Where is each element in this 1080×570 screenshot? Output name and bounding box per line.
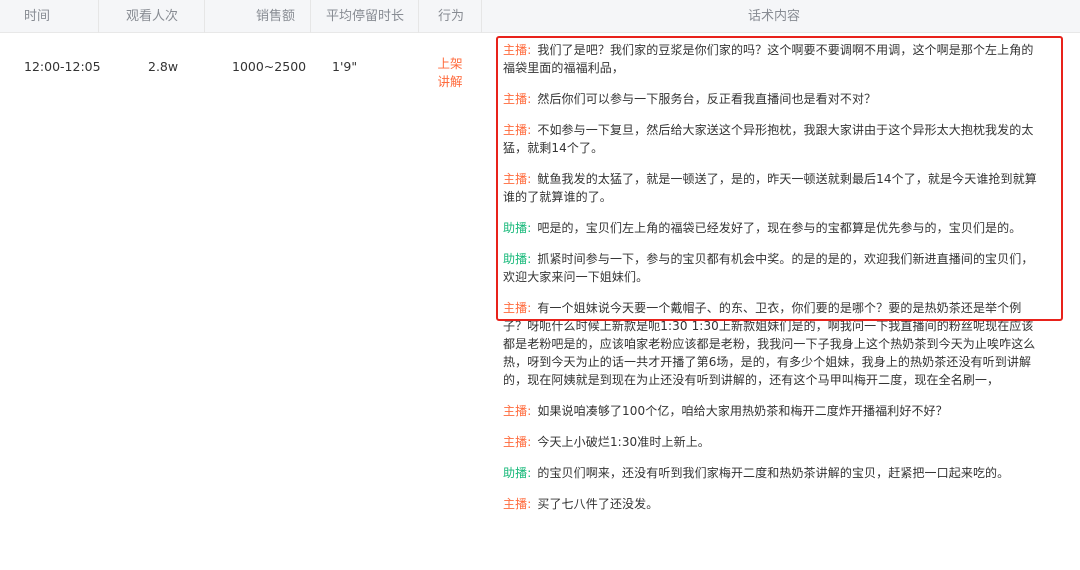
speaker-host-label: 主播:: [503, 435, 532, 449]
action-label-explain: 讲解: [437, 74, 463, 89]
script-line-text: 的宝贝们啊来，还没有听到我们家梅开二度和热奶茶讲解的宝贝，赶紧把一口起来吃的。: [537, 466, 1010, 480]
column-header-avg-stay[interactable]: 平均停留时长: [326, 0, 404, 33]
script-line: 主播: 然后你们可以参与一下服务台，反正看我直播间也是看对不对？: [503, 90, 1043, 108]
column-divider: [481, 0, 482, 33]
script-line-text: 我们了是吧？我们家的豆浆是你们家的吗？这个啊要不要调啊不用调，这个啊是那个左上角…: [503, 43, 1034, 75]
table-header: 时间 观看人次 销售额 平均停留时长 行为 话术内容: [0, 0, 1080, 33]
script-line: 助播: 吧是的，宝贝们左上角的福袋已经发好了，现在参与的宝都算是优先参与的，宝贝们…: [503, 219, 1043, 237]
speaker-assistant-label: 助播:: [503, 221, 532, 235]
script-line: 主播: 今天上小破烂1:30准时上新上。: [503, 433, 1043, 451]
cell-time: 12:00-12:05: [24, 59, 101, 74]
column-header-sales[interactable]: 销售额: [256, 0, 295, 33]
speaker-host-label: 主播:: [503, 301, 532, 315]
script-line: 助播: 的宝贝们啊来，还没有听到我们家梅开二度和热奶茶讲解的宝贝，赶紧把一口起来吃…: [503, 464, 1043, 482]
script-line-text: 抓紧时间参与一下，参与的宝贝都有机会中奖。的是的是的，欢迎我们新进直播间的宝贝们…: [503, 252, 1034, 284]
script-line-text: 有一个姐妹说今天要一个戴帽子、的东、卫衣，你们要的是哪个？要的是热奶茶还是举个例…: [503, 301, 1036, 387]
script-analysis-table: 时间 观看人次 销售额 平均停留时长 行为 话术内容 12:00-12:05 2…: [0, 0, 1080, 570]
speaker-assistant-label: 助播:: [503, 252, 532, 266]
column-divider: [204, 0, 205, 33]
column-header-action[interactable]: 行为: [438, 0, 464, 33]
speaker-host-label: 主播:: [503, 123, 532, 137]
speaker-host-label: 主播:: [503, 404, 532, 418]
script-line-text: 今天上小破烂1:30准时上新上。: [537, 435, 710, 449]
speaker-host-label: 主播:: [503, 497, 532, 511]
script-line-text: 吧是的，宝贝们左上角的福袋已经发好了，现在参与的宝都算是优先参与的，宝贝们是的。: [537, 221, 1022, 235]
speaker-host-label: 主播:: [503, 172, 532, 186]
column-header-viewers[interactable]: 观看人次: [126, 0, 178, 33]
cell-sales: 1000~2500: [232, 59, 307, 74]
column-divider: [98, 0, 99, 33]
script-line: 主播: 买了七八件了还没发。: [503, 495, 1043, 513]
script-line-text: 不如参与一下复旦，然后给大家送这个异形抱枕，我跟大家讲由于这个异形太大抱枕我发的…: [503, 123, 1034, 155]
action-label-listed: 上架: [437, 56, 463, 71]
script-line-text: 然后你们可以参与一下服务台，反正看我直播间也是看对不对？: [537, 92, 877, 106]
script-line-text: 买了七八件了还没发。: [537, 497, 659, 511]
script-line: 主播: 我们了是吧？我们家的豆浆是你们家的吗？这个啊要不要调啊不用调，这个啊是那个…: [503, 41, 1043, 77]
script-content-cell: 主播: 我们了是吧？我们家的豆浆是你们家的吗？这个啊要不要调啊不用调，这个啊是那个…: [503, 41, 1043, 526]
column-divider: [310, 0, 311, 33]
speaker-host-label: 主播:: [503, 92, 532, 106]
speaker-host-label: 主播:: [503, 43, 532, 57]
column-header-time[interactable]: 时间: [24, 0, 50, 33]
cell-viewers: 2.8w: [148, 59, 179, 74]
script-line-text: 如果说咱凑够了100个亿，咱给大家用热奶茶和梅开二度炸开播福利好不好？: [537, 404, 948, 418]
cell-action: 上架 讲解: [430, 55, 470, 91]
speaker-assistant-label: 助播:: [503, 466, 532, 480]
cell-avg-stay: 1'9": [332, 59, 358, 74]
script-line: 主播: 有一个姐妹说今天要一个戴帽子、的东、卫衣，你们要的是哪个？要的是热奶茶还是…: [503, 299, 1043, 389]
script-line: 主播: 不如参与一下复旦，然后给大家送这个异形抱枕，我跟大家讲由于这个异形太大抱枕…: [503, 121, 1043, 157]
script-line: 助播: 抓紧时间参与一下，参与的宝贝都有机会中奖。的是的是的，欢迎我们新进直播间的…: [503, 250, 1043, 286]
column-header-script[interactable]: 话术内容: [748, 0, 800, 33]
script-line-text: 鱿鱼我发的太猛了，就是一顿送了，是的，昨天一顿送就剩最后14个了，就是今天谁抢到…: [503, 172, 1037, 204]
column-divider: [418, 0, 419, 33]
script-line: 主播: 鱿鱼我发的太猛了，就是一顿送了，是的，昨天一顿送就剩最后14个了，就是今天…: [503, 170, 1043, 206]
script-line: 主播: 如果说咱凑够了100个亿，咱给大家用热奶茶和梅开二度炸开播福利好不好？: [503, 402, 1043, 420]
